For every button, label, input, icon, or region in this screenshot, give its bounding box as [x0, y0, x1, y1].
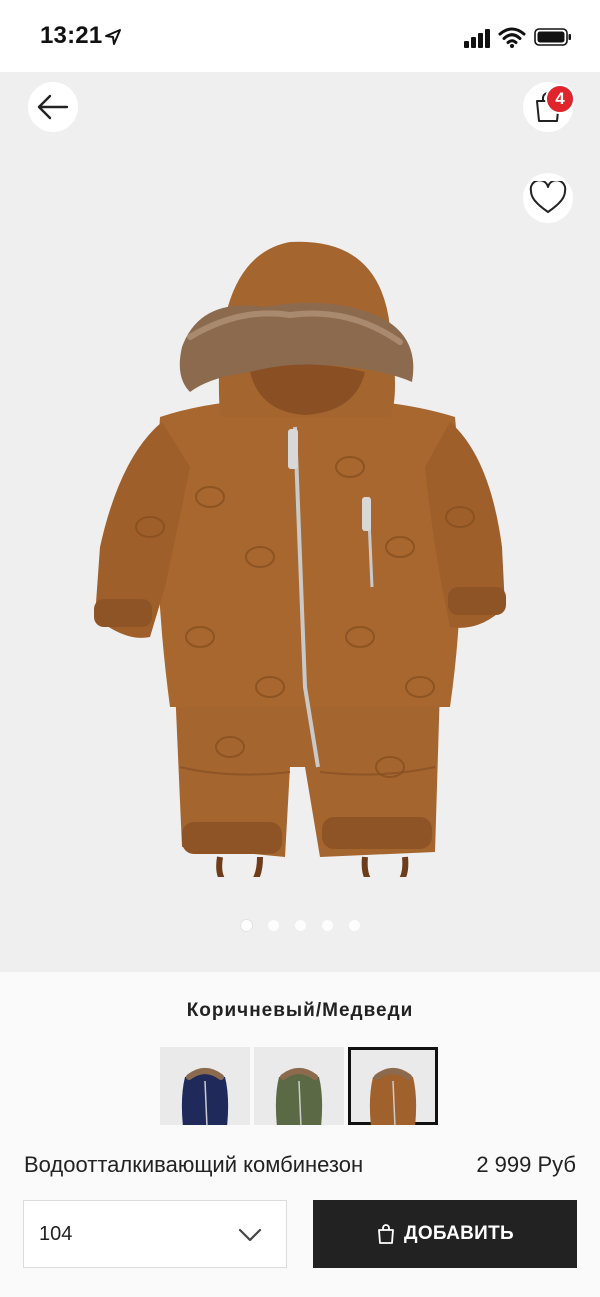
back-button[interactable] — [28, 82, 78, 132]
shopping-bag-icon — [378, 1224, 394, 1244]
swatch-thumbnail — [181, 1068, 229, 1125]
add-button-label: ДОБАВИТЬ — [403, 1223, 514, 1244]
product-price: 2 999 Руб — [476, 1152, 576, 1177]
color-swatches — [160, 1047, 440, 1125]
swatch-brown-selected[interactable] — [348, 1047, 438, 1125]
add-to-bag-button[interactable]: ДОБАВИТЬ — [313, 1200, 577, 1268]
heart-outline-icon — [529, 181, 567, 213]
swatch-thumbnail — [369, 1068, 417, 1125]
carousel-dots — [0, 920, 600, 934]
size-value: 104 — [39, 1223, 73, 1245]
chevron-down-icon — [238, 1228, 262, 1242]
carousel-dot-5[interactable] — [348, 920, 360, 931]
carousel-dot-1[interactable] — [240, 920, 252, 931]
battery-icon — [534, 28, 571, 46]
bag-count-badge: 4 — [545, 84, 575, 114]
status-time: 13:21 — [40, 22, 103, 49]
swatch-green[interactable] — [254, 1047, 344, 1125]
size-select[interactable]: 104 — [23, 1200, 287, 1268]
carousel-dot-2[interactable] — [267, 920, 279, 931]
wifi-icon — [498, 27, 526, 48]
location-arrow-icon — [105, 29, 121, 45]
swatch-thumbnail — [275, 1068, 323, 1125]
product-info: Коричневый/Медведи Водоотталкивающий ком… — [0, 972, 600, 1297]
signal-icon — [464, 29, 490, 48]
carousel-dot-4[interactable] — [321, 920, 333, 931]
status-bar: 13:21 — [0, 0, 600, 72]
product-image-gallery[interactable]: 4 — [0, 72, 600, 972]
product-title: Водоотталкивающий комбинезон — [24, 1152, 364, 1177]
swatch-navy[interactable] — [160, 1047, 250, 1125]
carousel-dot-3[interactable] — [294, 920, 306, 931]
arrow-left-icon — [37, 94, 69, 120]
favorite-button[interactable] — [523, 173, 573, 223]
product-photo — [94, 241, 506, 877]
color-name: Коричневый/Медведи — [186, 1000, 414, 1021]
